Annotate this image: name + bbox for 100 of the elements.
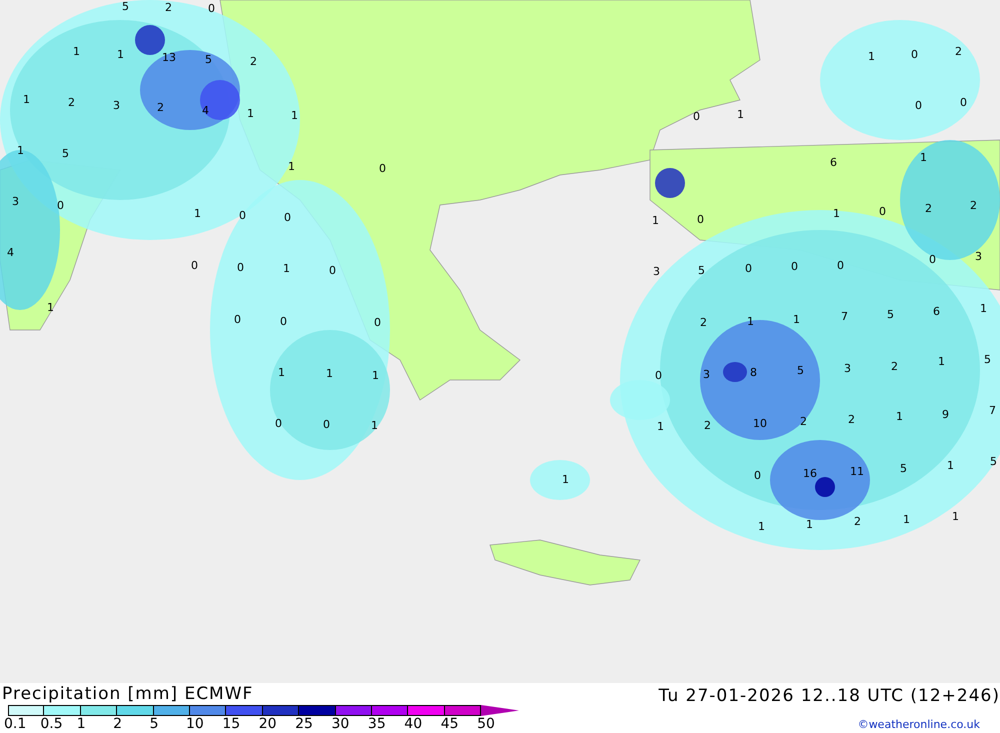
- precipitation-value: 1: [896, 411, 903, 422]
- precipitation-value: 1: [952, 511, 959, 522]
- precipitation-value: 2: [854, 516, 861, 527]
- precipitation-value: 0: [655, 370, 662, 381]
- precipitation-value: 2: [157, 102, 164, 113]
- precipitation-value: 1: [73, 46, 80, 57]
- legend-label: 0.1: [4, 716, 28, 732]
- legend-label: 15: [222, 716, 242, 732]
- precipitation-value: 10: [753, 418, 767, 429]
- precipitation-value: 0: [911, 49, 918, 60]
- precipitation-value: 5: [122, 1, 129, 12]
- precipitation-value: 1: [291, 110, 298, 121]
- precipitation-value: 5: [984, 354, 991, 365]
- precipitation-value: 1: [283, 263, 290, 274]
- precipitation-value: 5: [887, 309, 894, 320]
- precipitation-value: 0: [379, 163, 386, 174]
- precipitation-value: 1: [247, 108, 254, 119]
- precipitation-value: 1: [278, 367, 285, 378]
- precipitation-value: 13: [162, 52, 176, 63]
- precipitation-value: 2: [955, 46, 962, 57]
- precipitation-value: 1: [920, 152, 927, 163]
- precipitation-value: 0: [960, 97, 967, 108]
- legend-label: 1: [76, 716, 87, 732]
- precipitation-value: 5: [900, 463, 907, 474]
- precipitation-value: 1: [652, 215, 659, 226]
- precipitation-value: 0: [234, 314, 241, 325]
- precipitation-value: 1: [194, 208, 201, 219]
- precipitation-value: 9: [942, 409, 949, 420]
- precipitation-value: 0: [208, 3, 215, 14]
- precipitation-value: 0: [323, 419, 330, 430]
- precipitation-value: 6: [830, 157, 837, 168]
- precipitation-value: 1: [938, 356, 945, 367]
- precipitation-value: 0: [237, 262, 244, 273]
- precipitation-value: 1: [947, 460, 954, 471]
- precipitation-value: 3: [844, 363, 851, 374]
- precipitation-value: 1: [47, 302, 54, 313]
- precipitation-value: 4: [202, 105, 209, 116]
- precipitation-value: 5: [62, 148, 69, 159]
- precipitation-value: 5: [698, 265, 705, 276]
- precipitation-value: 3: [975, 251, 982, 262]
- legend-label: 20: [258, 716, 278, 732]
- legend-label: 5: [150, 716, 160, 732]
- precipitation-value: 1: [793, 314, 800, 325]
- precipitation-value: 1: [806, 519, 813, 530]
- precipitation-value: 5: [205, 54, 212, 65]
- precipitation-value: 5: [990, 456, 997, 467]
- precipitation-value: 0: [929, 254, 936, 265]
- legend-label: 40: [404, 716, 424, 732]
- precipitation-value: 1: [868, 51, 875, 62]
- precipitation-value: 16: [803, 468, 817, 479]
- precipitation-value: 0: [697, 214, 704, 225]
- precipitation-value: 1: [903, 514, 910, 525]
- precipitation-value: 0: [837, 260, 844, 271]
- precipitation-value: 1: [371, 420, 378, 431]
- precipitation-value: 2: [970, 200, 977, 211]
- precipitation-value: 2: [250, 56, 257, 67]
- precipitation-value: 1: [980, 303, 987, 314]
- legend-label: 0.5: [40, 716, 64, 732]
- precipitation-value: 0: [191, 260, 198, 271]
- precipitation-value: 0: [745, 263, 752, 274]
- precipitation-value: 0: [275, 418, 282, 429]
- legend-label: 2: [113, 716, 124, 732]
- precipitation-value: 1: [372, 370, 379, 381]
- precipitation-value: 1: [326, 368, 333, 379]
- precipitation-value: 2: [848, 414, 855, 425]
- precipitation-value: 0: [284, 212, 291, 223]
- credit-link[interactable]: ©weatheronline.co.uk: [858, 718, 980, 731]
- precipitation-value: 1: [17, 145, 24, 156]
- precipitation-value: 3: [653, 266, 660, 277]
- precipitation-value: 3: [703, 369, 710, 380]
- precipitation-value: 0: [280, 316, 287, 327]
- precipitation-value: 8: [750, 367, 757, 378]
- precipitation-value: 1: [288, 161, 295, 172]
- precipitation-value: 0: [239, 210, 246, 221]
- precipitation-value: 2: [891, 361, 898, 372]
- legend-label: 50: [477, 716, 496, 732]
- precipitation-value: 0: [754, 470, 761, 481]
- precipitation-value: 11: [850, 466, 864, 477]
- precipitation-value: 1: [117, 49, 124, 60]
- precipitation-value: 1: [747, 316, 754, 327]
- precipitation-value: 1: [657, 421, 664, 432]
- legend-label: 35: [368, 716, 387, 732]
- precipitation-value: 0: [329, 265, 336, 276]
- precipitation-value: 2: [68, 97, 75, 108]
- precipitation-value: 0: [693, 111, 700, 122]
- legend-label: 30: [332, 716, 350, 732]
- precipitation-value: 3: [113, 100, 120, 111]
- precipitation-value: 1: [23, 94, 30, 105]
- legend-label: 10: [186, 716, 205, 732]
- precipitation-value: 3: [12, 196, 19, 207]
- precipitation-value: 0: [57, 200, 64, 211]
- precipitation-value: 0: [915, 100, 922, 111]
- map-title: Precipitation [mm] ECMWF: [2, 683, 254, 705]
- precipitation-value: 1: [737, 109, 744, 120]
- precipitation-value: 2: [165, 2, 172, 13]
- legend-label: 25: [295, 716, 314, 732]
- precipitation-value: 2: [800, 416, 807, 427]
- precipitation-value: 7: [989, 405, 996, 416]
- forecast-datetime: Tu 27-01-2026 12..18 UTC (12+246): [658, 685, 1000, 707]
- precipitation-value: 2: [700, 317, 707, 328]
